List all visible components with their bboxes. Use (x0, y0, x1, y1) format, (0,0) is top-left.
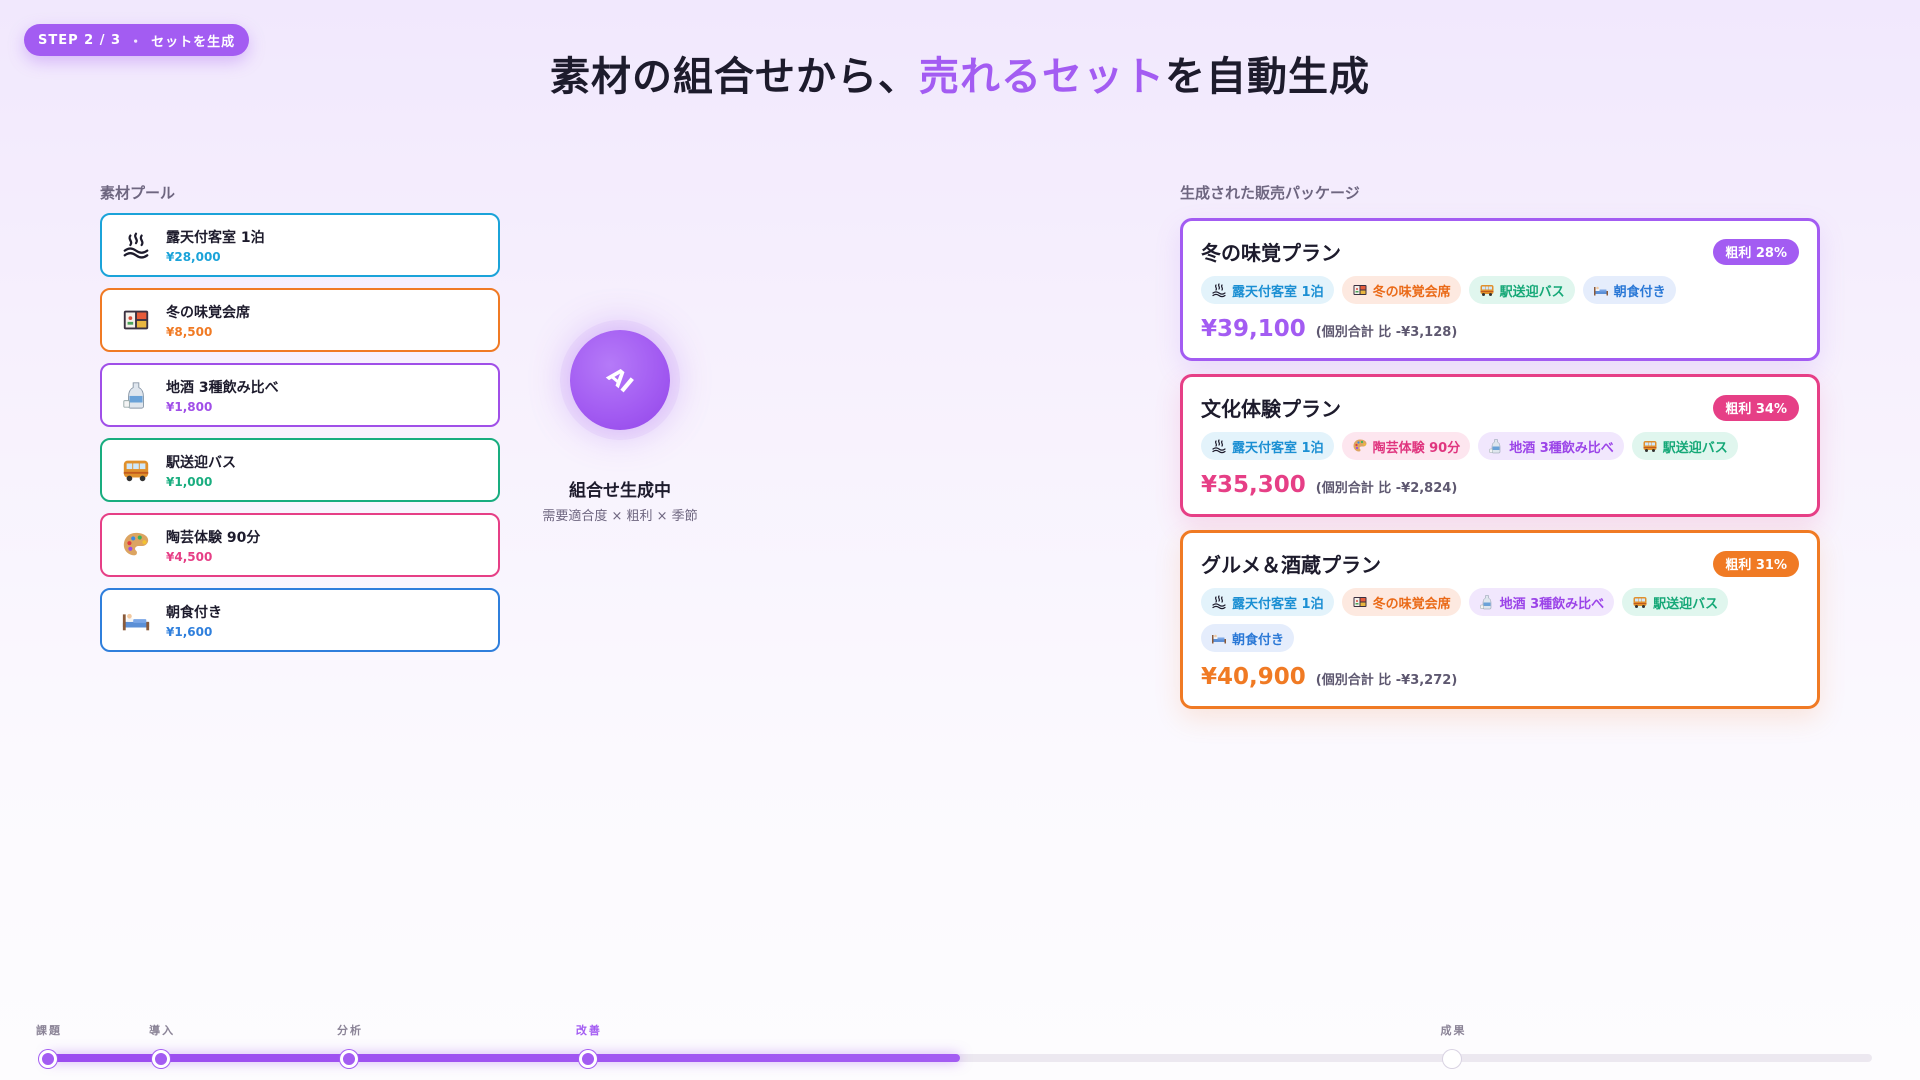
material-price: ¥1,600 (166, 624, 213, 639)
material-price: ¥28,000 (166, 249, 221, 264)
package-item-tag: 地酒 3種飲み比べ (1468, 588, 1615, 616)
package-item-tag: 露天付客室 1泊 (1201, 432, 1334, 460)
package-price: ¥35,300 (1201, 472, 1306, 498)
package-item-tag: 朝食付き (1201, 624, 1295, 652)
package-item-tag: 駅送迎バス (1631, 432, 1738, 460)
bento-icon (1352, 594, 1368, 610)
material-price: ¥4,500 (166, 549, 213, 564)
material-card[interactable]: 駅送迎バス ¥1,000 (100, 438, 500, 502)
ai-status-title: 組合せ生成中 (569, 481, 671, 501)
hot-spring-icon (1211, 282, 1227, 298)
material-price: ¥1,000 (166, 474, 213, 489)
package-item-tag: 駅送迎バス (1622, 588, 1729, 616)
ai-status-subtitle: 需要適合度 × 粗利 × 季節 (542, 509, 698, 524)
package-card[interactable]: 冬の味覚プラン 粗利 28% 露天付客室 1泊 冬の味覚会席 駅送迎バス 朝食付き ¥39,… (1180, 218, 1820, 361)
bento-icon (120, 304, 152, 336)
package-name: 冬の味覚プラン (1201, 241, 1341, 265)
bento-icon (1352, 282, 1368, 298)
palette-icon (1352, 438, 1368, 454)
package-card[interactable]: グルメ＆酒蔵プラン 粗利 31% 露天付客室 1泊 冬の味覚会席 地酒 3種飲み比べ 駅送… (1180, 530, 1820, 709)
material-price: ¥8,500 (166, 324, 213, 339)
package-savings: (個別合計 比 -¥3,272) (1315, 673, 1458, 688)
bed-icon (1211, 630, 1227, 646)
margin-badge: 粗利 31% (1713, 550, 1799, 577)
package-savings: (個別合計 比 -¥3,128) (1315, 325, 1458, 340)
material-name: 朝食付き (166, 604, 222, 621)
milestone-dot[interactable] (39, 1050, 57, 1068)
package-name: 文化体験プラン (1201, 397, 1341, 421)
material-name: 地酒 3種飲み比べ (166, 379, 279, 396)
milestone-dot[interactable] (578, 1050, 597, 1068)
hot-spring-icon (1211, 594, 1227, 610)
material-card[interactable]: 陶芸体験 90分 ¥4,500 (100, 513, 500, 577)
package-item-tag: 陶芸体験 90分 (1341, 432, 1471, 460)
margin-badge: 粗利 34% (1713, 394, 1799, 421)
package-list: 冬の味覚プラン 粗利 28% 露天付客室 1泊 冬の味覚会席 駅送迎バス 朝食付き ¥39,… (1180, 218, 1820, 709)
title-tail: を自動生成 (1165, 54, 1370, 100)
milestone-label: 分析 (336, 1024, 363, 1037)
sake-icon (1488, 438, 1504, 454)
package-item-tag: 地酒 3種飲み比べ (1478, 432, 1624, 460)
progress-fill (48, 1054, 960, 1062)
material-card[interactable]: 地酒 3種飲み比べ ¥1,800 (100, 363, 500, 427)
title-accent: 売れるセット (919, 54, 1165, 100)
page-title: 素材の組合せから、売れるセットを自動生成 (0, 44, 1920, 102)
hot-spring-icon (120, 229, 152, 261)
package-item-tag: 朝食付き (1582, 276, 1676, 304)
hot-spring-icon (1211, 438, 1227, 454)
milestone-dot[interactable] (339, 1050, 358, 1068)
ai-label: AI (602, 362, 638, 398)
ai-orb: AI (570, 330, 670, 430)
material-card[interactable]: 冬の味覚会席 ¥8,500 (100, 288, 500, 352)
material-name: 陶芸体験 90分 (166, 529, 261, 546)
package-tags: 露天付客室 1泊 冬の味覚会席 駅送迎バス 朝食付き (1201, 276, 1761, 304)
milestone-label: 成果 (1440, 1024, 1467, 1037)
material-name: 冬の味覚会席 (166, 304, 250, 321)
sake-icon (120, 379, 152, 411)
package-card[interactable]: 文化体験プラン 粗利 34% 露天付客室 1泊 陶芸体験 90分 地酒 3種飲み比べ 駅送… (1180, 374, 1820, 517)
package-name: グルメ＆酒蔵プラン (1201, 553, 1381, 577)
bus-icon (1632, 594, 1648, 610)
margin-badge: 粗利 28% (1713, 238, 1799, 265)
palette-icon (120, 529, 152, 561)
milestone-dot[interactable] (1443, 1050, 1462, 1068)
material-card[interactable]: 露天付客室 1泊 ¥28,000 (100, 213, 500, 277)
pool-label: 素材プール (100, 184, 176, 202)
milestone-label: 導入 (149, 1024, 176, 1037)
package-item-tag: 駅送迎バス (1468, 276, 1575, 304)
package-item-tag: 冬の味覚会席 (1341, 276, 1461, 304)
progress-timeline (39, 1048, 1872, 1068)
packages-label: 生成された販売パッケージ (1180, 184, 1360, 202)
sake-icon (1479, 594, 1495, 610)
package-item-tag: 露天付客室 1泊 (1201, 588, 1334, 616)
package-item-tag: 冬の味覚会席 (1341, 588, 1461, 616)
bed-icon (120, 604, 152, 636)
title-lead: 素材の組合せから、 (550, 54, 919, 100)
bus-icon (1479, 282, 1495, 298)
milestone-dot[interactable] (152, 1050, 171, 1068)
package-price: ¥39,100 (1201, 316, 1306, 342)
package-price: ¥40,900 (1201, 664, 1306, 690)
package-tags: 露天付客室 1泊 冬の味覚会席 地酒 3種飲み比べ 駅送迎バス朝食付き (1201, 588, 1761, 652)
material-price: ¥1,800 (166, 399, 213, 414)
material-name: 駅送迎バス (166, 454, 236, 471)
bus-icon (120, 454, 152, 486)
milestone-label: 改善 (575, 1024, 602, 1037)
package-item-tag: 露天付客室 1泊 (1201, 276, 1334, 304)
package-tags: 露天付客室 1泊 陶芸体験 90分 地酒 3種飲み比べ 駅送迎バス (1201, 432, 1761, 460)
milestone-label: 課題 (36, 1024, 62, 1037)
material-name: 露天付客室 1泊 (166, 229, 265, 246)
material-card[interactable]: 朝食付き ¥1,600 (100, 588, 500, 652)
bus-icon (1642, 438, 1658, 454)
package-savings: (個別合計 比 -¥2,824) (1315, 481, 1458, 496)
bed-icon (1593, 282, 1609, 298)
material-pool: 露天付客室 1泊 ¥28,000 冬の味覚会席 ¥8,500 地酒 3種飲み比べ ¥1,8… (100, 213, 500, 652)
